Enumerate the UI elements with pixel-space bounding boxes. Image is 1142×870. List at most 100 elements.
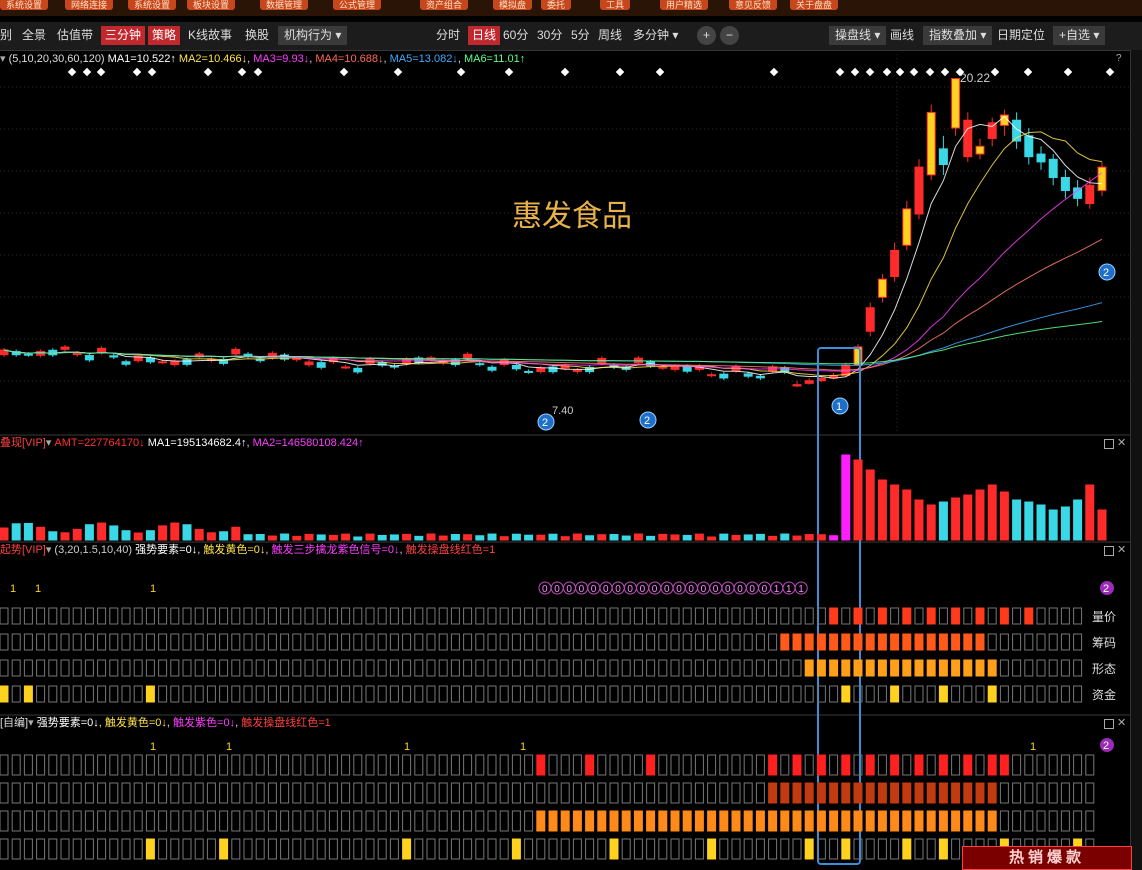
amount-bar — [475, 535, 485, 541]
indicator1-cell — [438, 607, 448, 625]
indicator2-cell — [133, 754, 143, 776]
indicator1-cell — [487, 633, 497, 651]
indicator2-cell — [914, 754, 924, 776]
indicator1-cell — [267, 607, 277, 625]
indicator2-cell — [670, 838, 680, 860]
toolbar-tab[interactable]: 日期定位 — [997, 26, 1045, 45]
indicator2-cell — [890, 838, 900, 860]
top-menu-item[interactable]: 资产组合 — [420, 0, 469, 10]
top-menu-item[interactable]: 系统设置 — [0, 0, 49, 10]
indicator2-cell — [426, 782, 436, 804]
toolbar-tab[interactable]: +自选 ▾ — [1053, 26, 1106, 45]
indicator1-cell — [328, 607, 338, 625]
indicator1-cell — [36, 633, 46, 651]
top-menu-item[interactable]: 系统设置 — [128, 0, 177, 10]
indicator2-cell — [731, 782, 741, 804]
period-tab[interactable]: 多分钟 ▾ — [633, 26, 678, 45]
indicator1-cell — [585, 633, 595, 651]
amount-indicator-name[interactable]: 叠现[VIP] — [0, 437, 46, 449]
indicator2-cell — [524, 838, 534, 860]
toolbar-tab[interactable]: 全景 — [22, 26, 46, 45]
close-icon[interactable]: ✕ — [1117, 718, 1126, 729]
toolbar-tab[interactable]: 换股 — [245, 26, 269, 45]
indicator2-cell — [816, 754, 826, 776]
top-menu-item[interactable]: 关于盘盘 — [790, 0, 839, 10]
top-menu-item[interactable]: 板块设置 — [187, 0, 236, 10]
toolbar-tab[interactable]: 估值带 — [57, 26, 93, 45]
zoom-out-button[interactable]: − — [720, 26, 740, 45]
amount-bar — [707, 536, 717, 541]
indicator1-cell — [572, 633, 582, 651]
restore-icon[interactable] — [1104, 546, 1114, 556]
top-menu-item[interactable]: 工具 — [600, 0, 631, 10]
indicator1-cell — [646, 659, 656, 677]
right-scroll-strip[interactable] — [1130, 50, 1142, 870]
period-tab[interactable]: 5分 — [571, 26, 590, 45]
period-tab[interactable]: 分时 — [436, 26, 460, 45]
indicator1-cell — [536, 633, 546, 651]
top-menu-item[interactable]: 委托 — [541, 0, 572, 10]
signal-diamond-icon — [237, 67, 247, 77]
amount-bar — [0, 527, 9, 541]
indicator1-cell — [219, 607, 229, 625]
top-menu-item[interactable]: 意见反馈 — [729, 0, 778, 10]
indicator1-cell — [865, 685, 875, 703]
toolbar-tab[interactable]: K线故事 — [188, 26, 232, 45]
indicator1-cell — [23, 659, 33, 677]
toolbar-tab[interactable]: 机构行为 ▾ — [278, 26, 348, 45]
restore-icon[interactable] — [1104, 719, 1114, 729]
indicator2-cell — [304, 782, 314, 804]
close-icon[interactable]: ✕ — [1117, 545, 1126, 556]
period-tab[interactable]: 周线 — [598, 26, 622, 45]
amount-bar — [926, 504, 936, 541]
indicator1-cell — [780, 685, 790, 703]
period-tab[interactable]: 30分 — [537, 26, 562, 45]
indicator1-cell — [133, 607, 143, 625]
indicator1-digit: 0 — [701, 584, 707, 595]
toolbar-tab[interactable]: 策略 — [148, 26, 181, 45]
top-menu-bar: 系统设置 网络连接 系统设置 板块设置 数据管理 公式管理 资产组合 模拟盘 委托 工具 用户精选意… — [0, 0, 1142, 16]
indicator1-cell — [499, 685, 509, 703]
toolbar-tab[interactable]: 操盘线 ▾ — [829, 26, 887, 45]
indicator1-cell — [768, 633, 778, 651]
indicator2-cell — [475, 782, 485, 804]
indicator2-cell — [1048, 782, 1058, 804]
indicator2-cell — [999, 754, 1009, 776]
candle-body — [292, 358, 302, 361]
indicator2-legend: [自编]▾ 强势要素=0↓, 触发黄色=0↓, 触发紫色=0↓, 触发操盘线红色… — [0, 717, 331, 729]
indicator2-cell — [255, 810, 265, 832]
indicator1-cell — [987, 607, 997, 625]
toolbar-tab[interactable]: 画线 — [890, 26, 914, 45]
zoom-in-button[interactable]: + — [697, 26, 717, 45]
indicator2-cell — [621, 838, 631, 860]
top-menu-item[interactable]: 数据管理 — [260, 0, 309, 10]
toolbar-tab[interactable]: 三分钟 — [101, 26, 146, 45]
toolbar-tab[interactable]: 别 — [0, 26, 12, 45]
top-menu-item[interactable]: 公式管理 — [333, 0, 382, 10]
close-icon[interactable]: ✕ — [1117, 438, 1126, 449]
candle-body — [158, 361, 168, 364]
indicator1-name[interactable]: 起势[VIP] — [0, 544, 46, 556]
indicator1-cell — [72, 633, 82, 651]
indicator2-cell — [243, 838, 253, 860]
restore-icon[interactable] — [1104, 439, 1114, 449]
period-tab[interactable]: 日线 — [468, 26, 501, 45]
top-menu-item[interactable]: 用户精选 — [660, 0, 709, 10]
indicator2-cell — [463, 838, 473, 860]
amt-ma1-value: MA1=195134682.4↑ — [147, 437, 247, 449]
candle-body — [475, 363, 485, 366]
indicator2-cell — [560, 810, 570, 832]
period-tab[interactable]: 60分 — [503, 26, 528, 45]
indicator2-cell — [438, 810, 448, 832]
indicator1-cell — [914, 633, 924, 651]
indicator1-cell — [353, 659, 363, 677]
indicator1-digit: 0 — [591, 584, 597, 595]
indicator2-cell — [768, 754, 778, 776]
top-menu-item[interactable]: 模拟盘 — [493, 0, 533, 10]
indicator2-cell — [60, 810, 70, 832]
top-menu-item[interactable]: 网络连接 — [65, 0, 114, 10]
indicator2-name[interactable]: [自编] — [0, 717, 28, 729]
indicator2-cell — [731, 838, 741, 860]
toolbar-tab[interactable]: 指数叠加 ▾ — [923, 26, 993, 45]
indicator1-cell — [670, 685, 680, 703]
